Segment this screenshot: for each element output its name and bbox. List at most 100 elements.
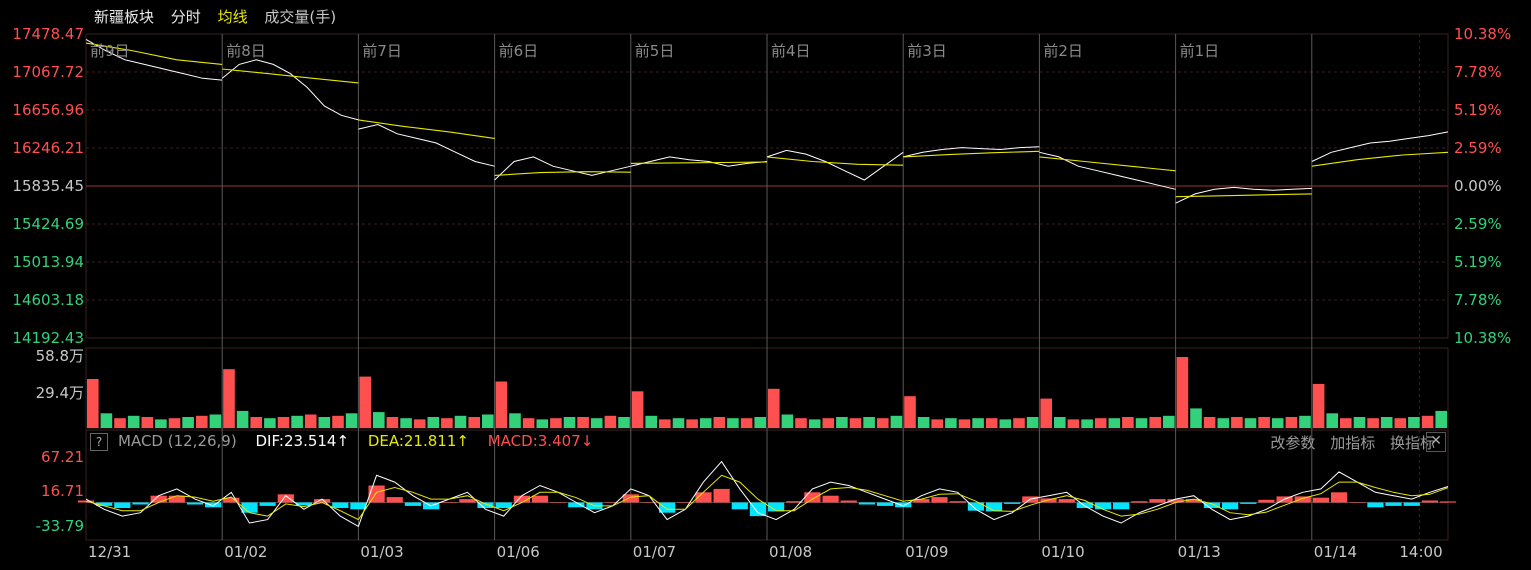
price-tick-label: 16656.96 <box>12 101 84 119</box>
macd-histogram-bar <box>259 502 276 506</box>
x-tick-label: 01/09 <box>905 543 949 561</box>
macd-histogram-bar <box>1240 502 1257 504</box>
avg-line <box>358 119 495 139</box>
macd-histogram-bar <box>1367 502 1384 508</box>
help-icon[interactable]: ? <box>90 433 108 451</box>
volume-bar <box>454 415 467 428</box>
x-tick-label: 14:00 <box>1399 543 1443 561</box>
macd-histogram-bar <box>168 495 185 503</box>
x-tick-label: 01/03 <box>360 543 404 561</box>
price-tick-label: 15424.69 <box>12 215 84 233</box>
close-icon[interactable]: ✕ <box>1426 432 1446 452</box>
volume-bar <box>727 418 739 428</box>
add-indicator-button[interactable]: 加指标 <box>1330 434 1375 452</box>
price-tick-label: 15013.94 <box>12 253 84 271</box>
volume-bar <box>141 417 154 428</box>
volume-bar <box>359 376 371 428</box>
volume-bar <box>1094 418 1107 428</box>
volume-bar <box>291 415 303 428</box>
volume-bar <box>277 417 290 428</box>
macd-histogram-bar <box>1385 502 1402 506</box>
avg-line <box>766 156 904 166</box>
day-label: 前8日 <box>226 42 266 60</box>
volume-bar <box>536 419 549 428</box>
volume-bar <box>127 415 140 428</box>
volume-bar <box>781 414 794 428</box>
macd-histogram-bar <box>731 502 748 510</box>
macd-histogram-bar <box>931 497 948 503</box>
volume-bar <box>1312 383 1325 428</box>
volume-bar <box>945 418 957 428</box>
price-line <box>1039 151 1176 190</box>
macd-name[interactable]: MACD (12,26,9) <box>118 432 237 450</box>
avg-line <box>1175 193 1312 198</box>
volume-bar <box>740 418 753 428</box>
pct-tick-label: 0.00% <box>1454 177 1502 195</box>
avg-line <box>1311 151 1449 167</box>
volume-bar <box>1258 417 1270 428</box>
volume-bar <box>1285 417 1298 428</box>
pct-tick-label: 7.78% <box>1454 63 1502 81</box>
volume-bar <box>904 396 916 428</box>
volume-tick-label: 29.4万 <box>35 384 84 402</box>
macd-histogram-bar <box>1421 500 1438 503</box>
macd-histogram-bar <box>332 502 349 508</box>
volume-bar <box>522 418 535 428</box>
volume-bar <box>345 413 358 428</box>
volume-bar <box>1340 418 1352 428</box>
pct-tick-label: 10.38% <box>1454 329 1512 347</box>
volume-bar <box>264 418 276 428</box>
macd-histogram-bar <box>132 502 149 505</box>
volume-bar <box>672 418 685 428</box>
volume-bar <box>590 418 603 428</box>
volume-bar <box>958 419 971 428</box>
macd-histogram-bar <box>858 502 875 505</box>
volume-bar <box>1108 418 1121 428</box>
volume-bar <box>1326 413 1338 428</box>
volume-bar <box>577 417 589 428</box>
indicator-tools: 改参数 加指标 换指标 <box>1260 432 1435 453</box>
volume-bar <box>645 415 657 428</box>
x-tick-label: 01/08 <box>769 543 813 561</box>
macd-value: MACD:3.407↓ <box>487 432 594 450</box>
macd-histogram-bar <box>659 502 676 513</box>
dea-value: DEA:21.811↑ <box>367 432 469 450</box>
macd-histogram-bar <box>949 501 966 503</box>
volume-bar <box>631 391 644 428</box>
volume-bar <box>795 418 807 428</box>
volume-bar <box>441 418 453 428</box>
volume-bar <box>754 417 766 428</box>
price-line <box>358 123 495 167</box>
macd-histogram-bar <box>1403 502 1420 506</box>
volume-bar <box>1367 418 1379 428</box>
price-tick-label: 17478.47 <box>12 25 84 43</box>
macd-histogram-bar <box>186 502 204 505</box>
volume-bar <box>182 417 194 428</box>
volume-bar <box>931 419 943 428</box>
volume-bar <box>1149 417 1161 428</box>
intraday-chart-svg <box>77 33 1457 541</box>
macd-histogram-bar <box>459 499 476 503</box>
avg-line <box>494 171 631 176</box>
macd-histogram-bar <box>1439 501 1457 503</box>
volume-bar <box>250 417 262 428</box>
volume-bar <box>1203 417 1216 428</box>
volume-bar <box>659 419 671 428</box>
volume-bar <box>114 418 126 428</box>
macd-histogram-bar <box>495 502 512 508</box>
params-button[interactable]: 改参数 <box>1270 434 1315 452</box>
volume-bar <box>1067 419 1080 428</box>
volume-bar <box>155 419 167 428</box>
macd-histogram-bar <box>877 502 894 506</box>
volume-tick-label: 58.8万 <box>35 347 84 365</box>
volume-bar <box>223 369 235 428</box>
volume-bar <box>1353 417 1366 428</box>
avg-line <box>1039 156 1176 172</box>
pct-tick-label: 2.59% <box>1454 215 1502 233</box>
x-tick-label: 01/13 <box>1177 543 1221 561</box>
volume-bar <box>863 417 875 428</box>
macd-histogram-bar <box>622 494 639 503</box>
volume-bar <box>849 418 862 428</box>
volume-bar <box>482 414 494 428</box>
macd-histogram-bar <box>1058 499 1075 503</box>
